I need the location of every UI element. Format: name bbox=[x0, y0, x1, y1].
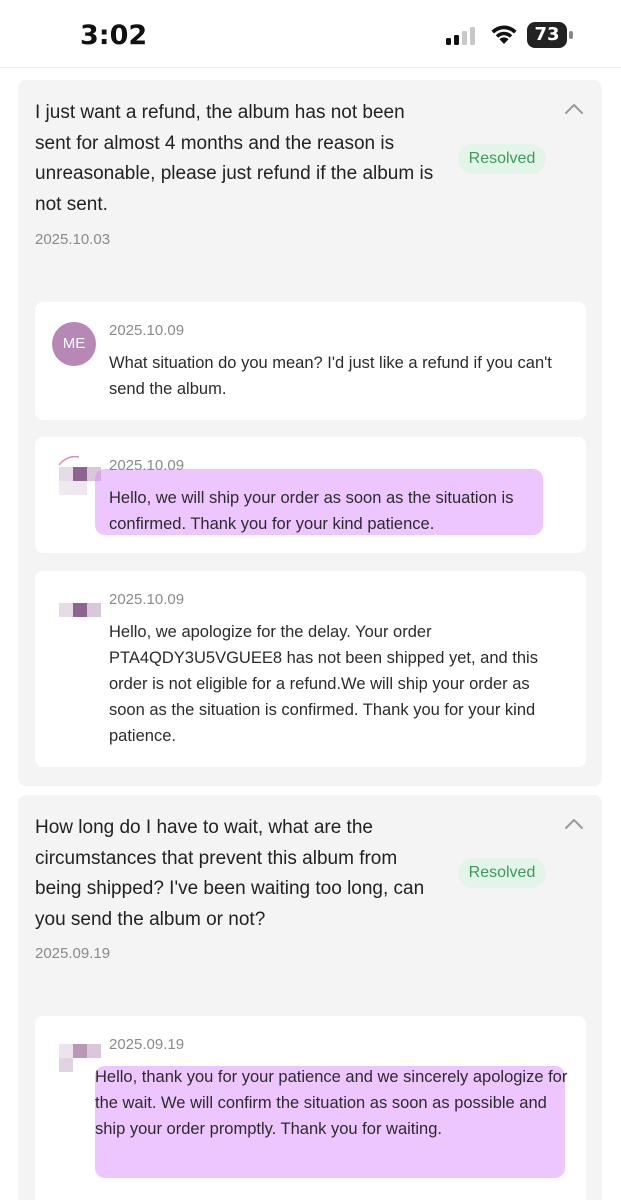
status-badge: Resolved bbox=[458, 858, 546, 888]
status-time: 3:02 bbox=[80, 20, 148, 51]
message-date: 2025.10.09 bbox=[109, 457, 185, 474]
inquiry-card: How long do I have to wait, what are the… bbox=[18, 795, 602, 1200]
chevron-up-icon[interactable] bbox=[563, 817, 585, 831]
message-card: 2025.10.09 Hello, we will ship your orde… bbox=[35, 437, 586, 553]
battery-level: 73 bbox=[534, 24, 560, 45]
chevron-up-icon[interactable] bbox=[563, 102, 585, 116]
inquiry-date: 2025.09.19 bbox=[35, 945, 111, 962]
wifi-icon bbox=[491, 25, 517, 44]
signal-icon bbox=[446, 27, 475, 45]
message-card: ME 2025.10.09 What situation do you mean… bbox=[35, 302, 586, 420]
message-text: Hello, we will ship your order as soon a… bbox=[109, 489, 514, 533]
avatar: ME bbox=[52, 322, 96, 366]
seller-avatar-icon bbox=[59, 603, 101, 617]
inquiry-date: 2025.10.03 bbox=[35, 231, 111, 248]
inquiry-card: I just want a refund, the album has not … bbox=[18, 80, 602, 786]
message-card: 2025.09.19 Hello, thank you for your pat… bbox=[35, 1016, 586, 1200]
message-date: 2025.10.09 bbox=[109, 322, 185, 339]
status-bar: 3:02 73 bbox=[0, 0, 621, 68]
message-text: Hello, thank you for your patience and w… bbox=[95, 1068, 568, 1138]
message-text: Hello, we apologize for the delay. Your … bbox=[109, 623, 538, 745]
message-card: 2025.10.09 Hello, we apologize for the d… bbox=[35, 571, 586, 767]
message-date: 2025.10.09 bbox=[109, 591, 185, 608]
inquiry-question: I just want a refund, the album has not … bbox=[35, 102, 434, 215]
message-date: 2025.09.19 bbox=[109, 1036, 185, 1053]
status-badge: Resolved bbox=[458, 144, 546, 174]
message-text: What situation do you mean? I'd just lik… bbox=[109, 354, 552, 398]
inquiry-question: How long do I have to wait, what are the… bbox=[35, 817, 425, 930]
